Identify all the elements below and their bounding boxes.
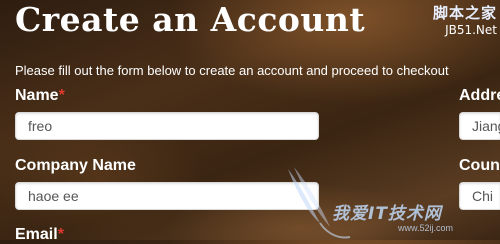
name-label-text: Name xyxy=(15,87,59,104)
address-label-text: Addre xyxy=(459,87,500,104)
required-asterisk: * xyxy=(58,87,65,104)
page-title: Create an Account xyxy=(15,0,366,39)
country-input[interactable] xyxy=(459,182,500,210)
country-label: Coun xyxy=(459,157,500,175)
watermark-url: www.52ij.com xyxy=(398,223,454,233)
watermark-top-domain: JB51.Net xyxy=(445,23,497,37)
site-watermark-top: 脚本之家 JB51.Net xyxy=(417,2,497,38)
address-label: Addre xyxy=(459,87,500,105)
email-label-text: Email xyxy=(15,226,58,243)
company-name-label: Company Name xyxy=(15,157,136,175)
country-label-text: Coun xyxy=(459,157,500,174)
watermark-top-title: 脚本之家 xyxy=(432,4,497,22)
required-asterisk: * xyxy=(57,226,64,243)
company-name-label-text: Company Name xyxy=(15,157,136,174)
watermark-brand: 我爱IT技术网 xyxy=(332,204,442,224)
email-label: Email* xyxy=(15,226,64,244)
company-name-input[interactable] xyxy=(15,182,319,210)
name-label: Name* xyxy=(15,87,65,105)
form-intro: Please fill out the form below to create… xyxy=(15,63,449,78)
name-input[interactable] xyxy=(15,112,319,140)
address-input[interactable] xyxy=(459,112,500,140)
